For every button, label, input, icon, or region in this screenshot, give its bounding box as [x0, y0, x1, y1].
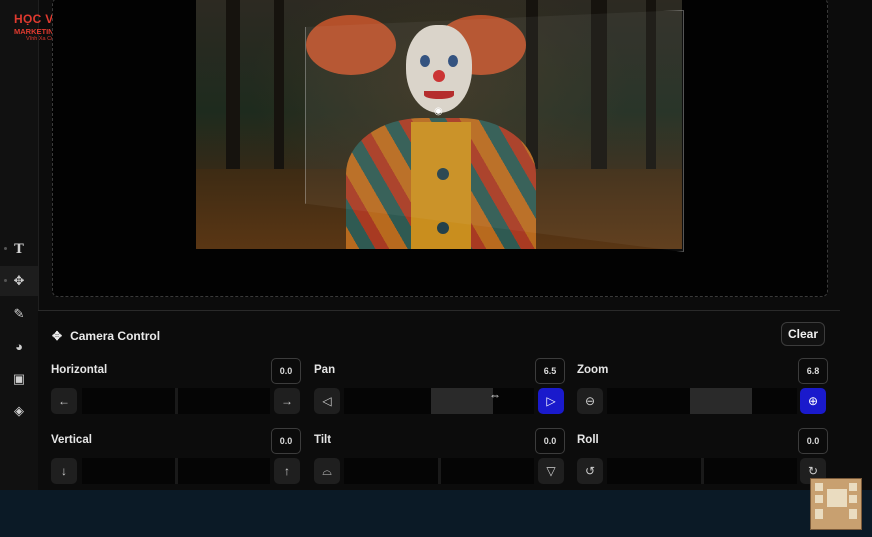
- zoom-slider-fill: [690, 388, 752, 414]
- pan-slider[interactable]: [344, 388, 534, 414]
- tilt-down-button[interactable]: ▽: [538, 458, 564, 484]
- rotate-left-icon: ↺: [584, 464, 596, 478]
- frame-icon: ▣: [12, 371, 26, 386]
- vertical-value[interactable]: 0.0: [271, 428, 301, 454]
- roll-value[interactable]: 0.0: [798, 428, 828, 454]
- panel-header: ✥ Camera Control: [52, 329, 160, 343]
- frame-tool-button[interactable]: ▣: [0, 364, 38, 394]
- tilt-down-icon: ▽: [546, 464, 556, 478]
- pan-right-button[interactable]: ▷: [538, 388, 564, 414]
- horizontal-left-button[interactable]: ←: [51, 388, 77, 414]
- left-toolbar: HỌC VIỆN MARKETING ONLINE Vĩnh Xa Cùng B…: [0, 0, 90, 490]
- zoom-out-icon: ⊖: [584, 394, 596, 408]
- tilt-label: Tilt: [314, 434, 332, 446]
- tilt-slider[interactable]: [344, 458, 534, 484]
- zoom-value[interactable]: 6.8: [798, 358, 828, 384]
- palette-icon: ◕: [15, 338, 23, 354]
- brush-icon: ✎: [13, 306, 25, 321]
- pan-left-icon: ◁: [322, 394, 332, 408]
- pan-label: Pan: [314, 364, 336, 376]
- vertical-up-button[interactable]: ↑: [274, 458, 300, 484]
- palette-tool-button[interactable]: ◕: [0, 331, 38, 361]
- vertical-down-button[interactable]: ↓: [51, 458, 77, 484]
- camera-move-icon: ✥: [13, 273, 25, 288]
- brush-tool-button[interactable]: ✎: [0, 299, 38, 329]
- roll-slider[interactable]: [607, 458, 797, 484]
- camera-control-tool-button[interactable]: ✥: [0, 266, 38, 296]
- horizontal-slider[interactable]: [82, 388, 270, 414]
- layers-icon: ◈: [14, 403, 24, 418]
- footer-bar: [0, 490, 872, 537]
- tilt-up-button[interactable]: ⌓: [314, 458, 340, 484]
- camera-move-icon: ✥: [52, 329, 63, 343]
- arrow-down-icon: ↓: [61, 464, 67, 478]
- resize-cursor-icon: ⇔: [489, 388, 501, 402]
- arrow-up-icon: ↑: [284, 464, 290, 478]
- zoom-slider[interactable]: [607, 388, 797, 414]
- pan-left-button[interactable]: ◁: [314, 388, 340, 414]
- vertical-slider[interactable]: [82, 458, 270, 484]
- text-icon: T: [14, 241, 24, 257]
- pan-right-icon: ▷: [546, 394, 556, 408]
- clear-button[interactable]: Clear: [781, 322, 825, 346]
- arrow-left-icon: ←: [58, 394, 70, 408]
- thumbnail-image[interactable]: [810, 478, 862, 530]
- layers-tool-button[interactable]: ◈: [0, 396, 38, 426]
- zoom-label: Zoom: [577, 364, 609, 376]
- tilt-value[interactable]: 0.0: [535, 428, 565, 454]
- panel-title: Camera Control: [70, 329, 161, 343]
- pan-value[interactable]: 6.5: [535, 358, 565, 384]
- zoom-in-icon: ⊕: [807, 394, 819, 408]
- horizontal-label: Horizontal: [51, 364, 108, 376]
- text-tool-button[interactable]: T: [0, 234, 38, 264]
- roll-left-button[interactable]: ↺: [577, 458, 603, 484]
- vertical-label: Vertical: [51, 434, 92, 446]
- arrow-right-icon: →: [281, 394, 293, 408]
- horizontal-right-button[interactable]: →: [274, 388, 300, 414]
- tilt-up-icon: ⌓: [322, 463, 332, 478]
- roll-label: Roll: [577, 434, 599, 446]
- pan-slider-fill: [431, 388, 493, 414]
- zoom-in-button[interactable]: ⊕: [800, 388, 826, 414]
- zoom-out-button[interactable]: ⊖: [577, 388, 603, 414]
- rotate-right-icon: ↻: [807, 464, 819, 478]
- horizontal-value[interactable]: 0.0: [271, 358, 301, 384]
